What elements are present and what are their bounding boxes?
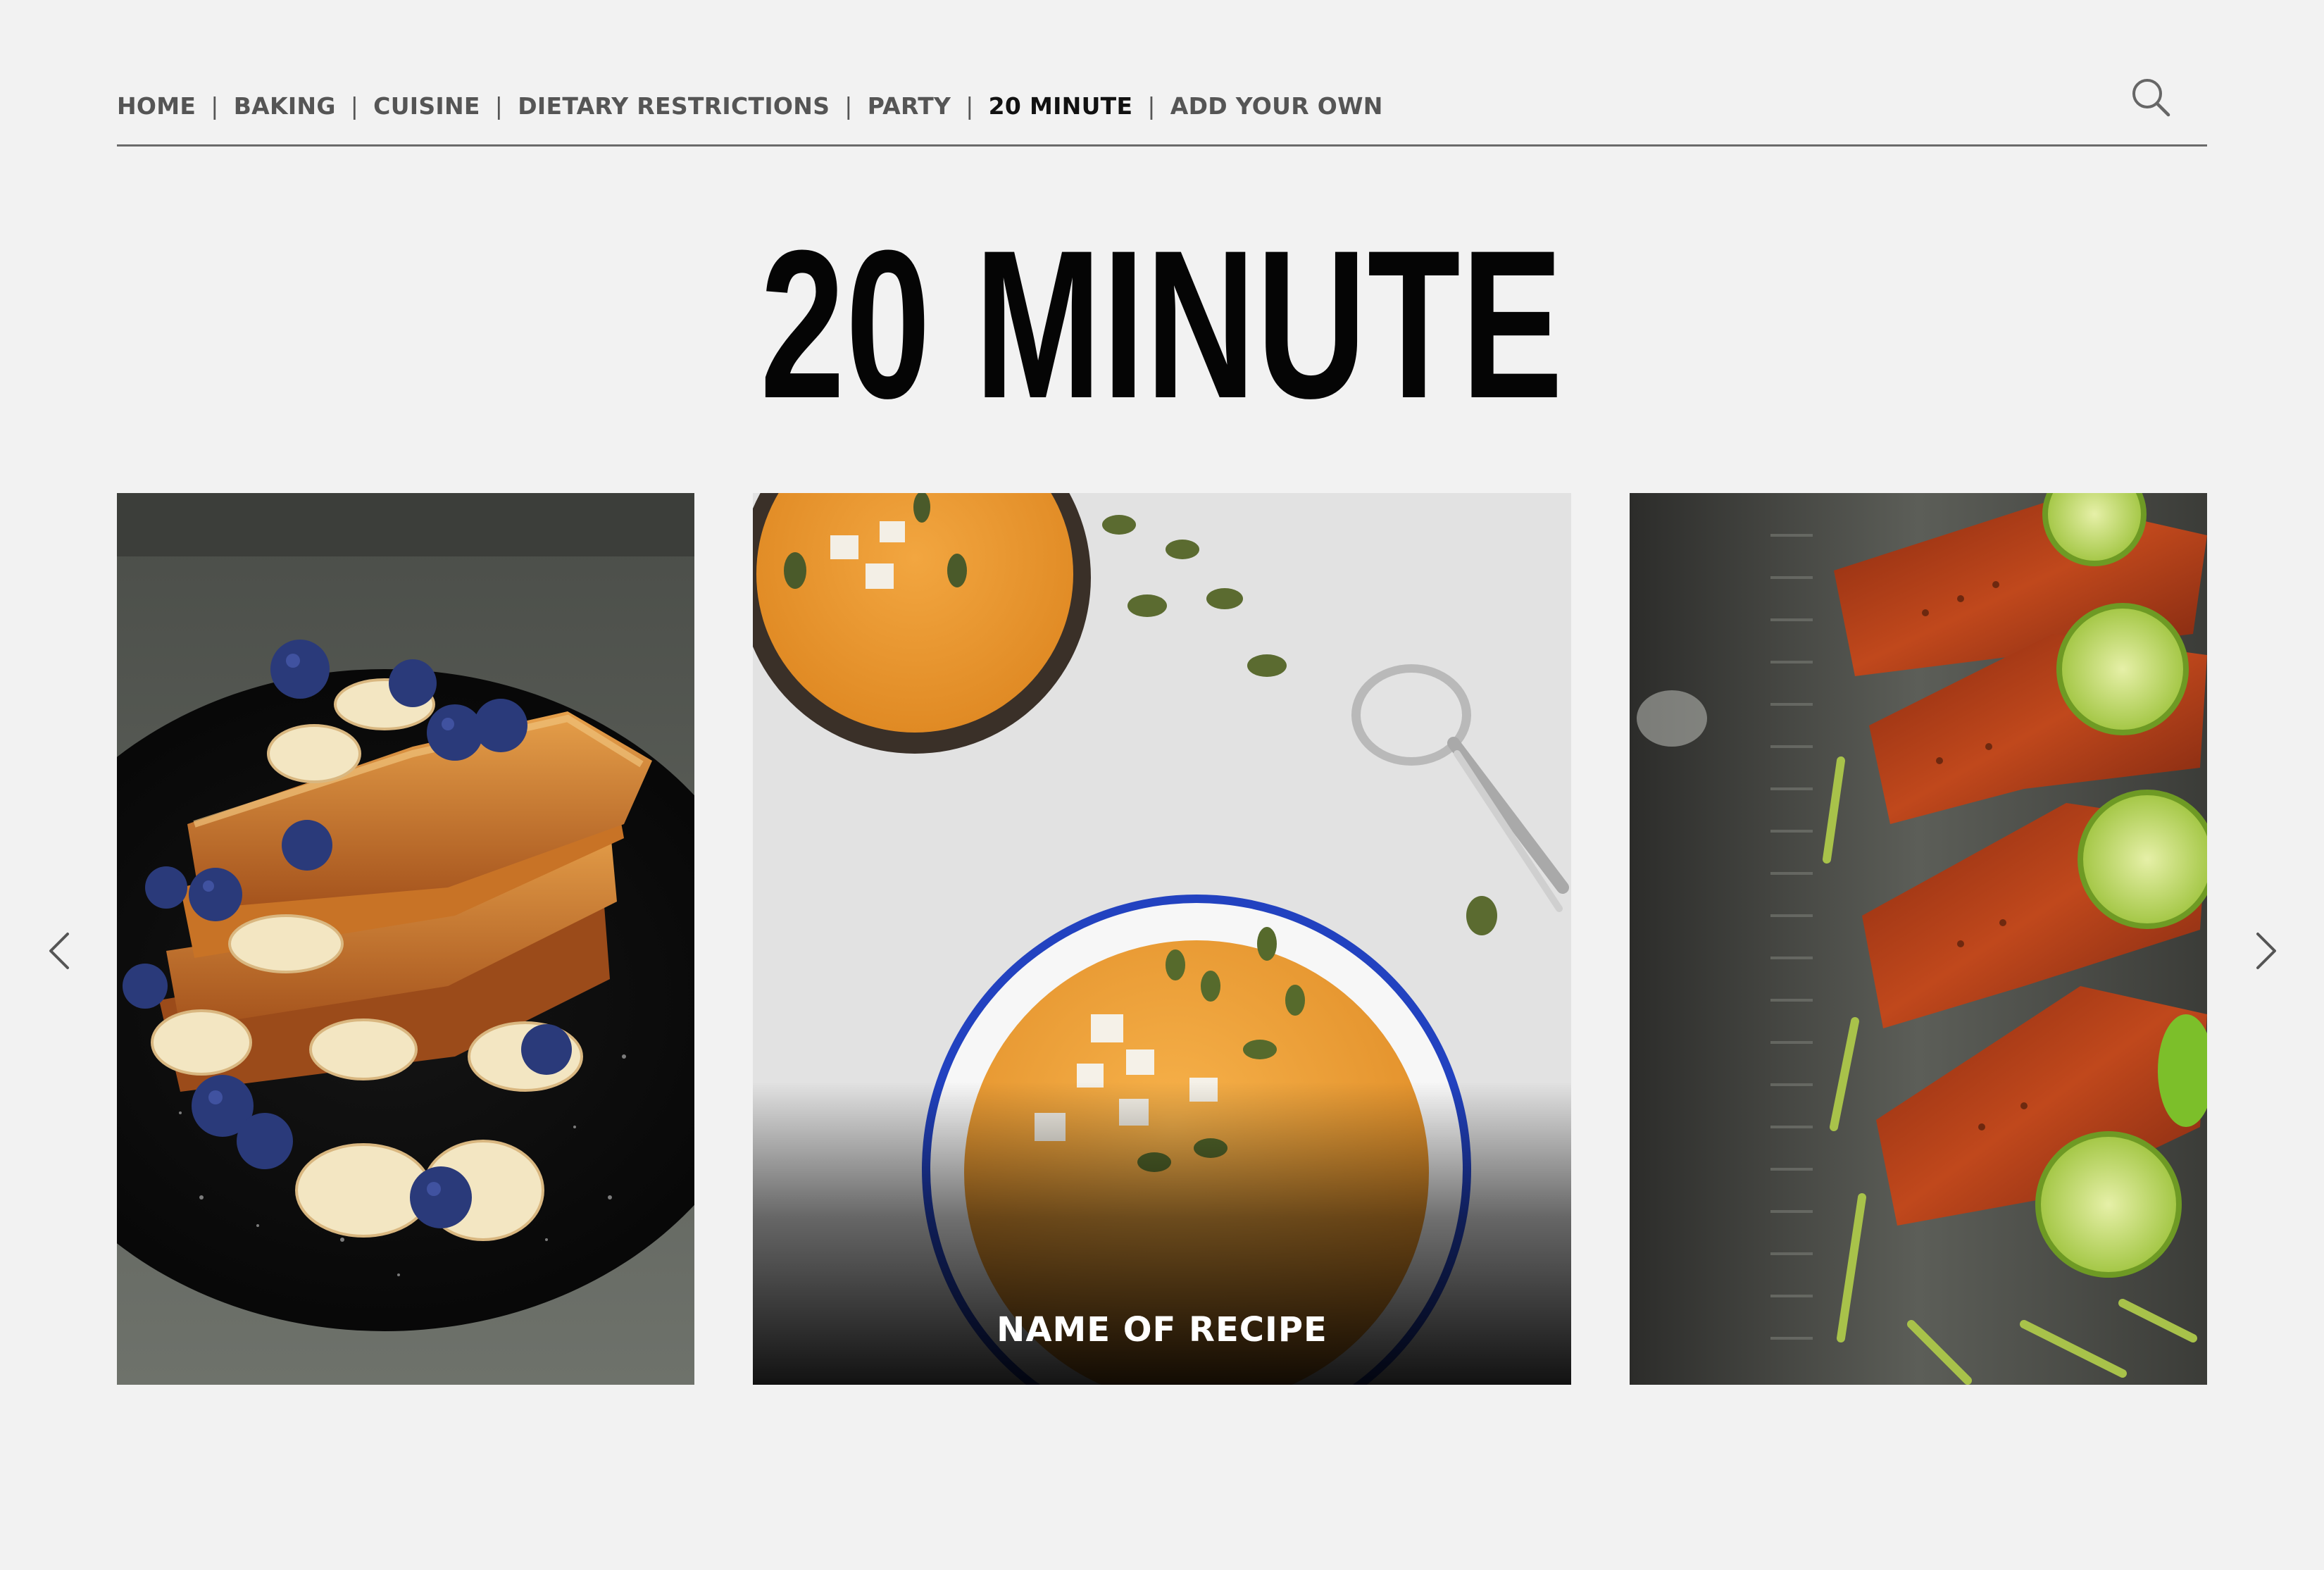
recipe-image [117, 493, 694, 1385]
search-icon[interactable] [2130, 76, 2172, 118]
nav-item-add-your-own[interactable]: ADD YOUR OWN [1170, 92, 1383, 120]
nav-item-20-minute[interactable]: 20 MINUTE [989, 92, 1133, 120]
nav-separator: | [966, 92, 974, 120]
recipe-card-soup[interactable]: NAME OF RECIPE [753, 493, 1571, 1385]
nav-item-baking[interactable]: BAKING [234, 92, 336, 120]
nav-item-party[interactable]: PARTY [868, 92, 951, 120]
nav-divider [117, 144, 2207, 147]
chevron-left-icon[interactable] [42, 931, 77, 971]
nav-separator: | [211, 92, 219, 120]
nav-separator: | [1147, 92, 1156, 120]
nav-separator: | [494, 92, 504, 120]
nav-separator: | [844, 92, 853, 120]
nav-separator: | [350, 92, 359, 120]
recipe-name: NAME OF RECIPE [997, 1310, 1327, 1350]
chevron-right-icon[interactable] [2248, 931, 2283, 971]
recipe-image [1630, 493, 2207, 1385]
recipe-card-french-toast[interactable] [117, 493, 694, 1385]
page-title: 20 MINUTE [760, 206, 1564, 442]
nav-item-home[interactable]: HOME [117, 92, 196, 120]
nav-item-cuisine[interactable]: CUISINE [373, 92, 480, 120]
recipe-card-salmon[interactable] [1630, 493, 2207, 1385]
main-nav: HOME | BAKING | CUISINE | DIETARY RESTRI… [117, 83, 1383, 128]
nav-item-dietary-restrictions[interactable]: DIETARY RESTRICTIONS [518, 92, 830, 120]
